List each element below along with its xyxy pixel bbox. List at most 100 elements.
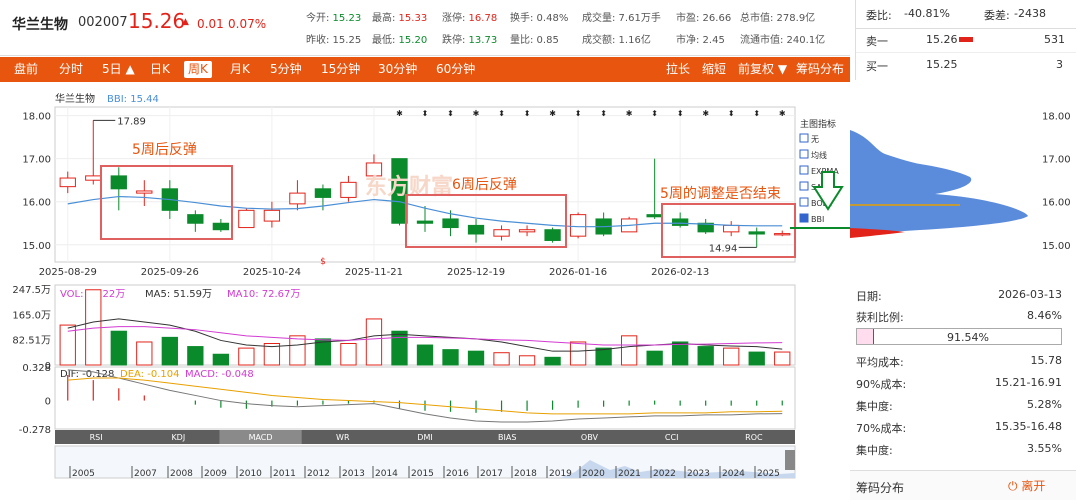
buy1-volume: 3 <box>1056 58 1063 71</box>
event-marker: ✱ <box>626 109 633 118</box>
event-marker: ⬍ <box>728 109 735 118</box>
quote-field-label: 市净: <box>676 35 700 46</box>
quote-field-value: 26.66 <box>699 13 732 24</box>
macd-y-tick: -0.278 <box>19 425 51 436</box>
indicator-tab[interactable]: MACD <box>249 433 273 442</box>
volume-bar <box>238 347 255 366</box>
indicator-tab[interactable]: RSI <box>90 433 103 442</box>
timeline-handle[interactable] <box>785 450 795 470</box>
timeline-year: 2017 <box>480 469 503 479</box>
tab-right-1[interactable]: 缩短 <box>698 61 730 78</box>
quote-field-label: 量比: <box>510 35 534 46</box>
x-tick-label: 2025-11-21 <box>345 267 403 278</box>
quote-field: 跌停: 13.73 <box>442 31 497 46</box>
annotation-text-3: 5周的调整是否结束 <box>660 186 781 202</box>
annotation-text-1: 5周后反弹 <box>132 142 197 158</box>
event-marker: ⬍ <box>524 109 531 118</box>
macd-y-tick: 0.328 <box>22 363 51 374</box>
tab-right-0[interactable]: 拉长 <box>662 61 694 78</box>
quote-field-value: 13.73 <box>465 35 498 46</box>
candle-body <box>85 175 102 181</box>
candle-body <box>672 218 689 226</box>
timeline-year: 2005 <box>72 469 95 479</box>
buy1-price: 15.25 <box>926 58 958 71</box>
tab-7[interactable]: 15分钟 <box>317 61 364 78</box>
indicator-checkbox[interactable] <box>799 197 809 207</box>
quote-field: 量比: 0.85 <box>510 31 559 46</box>
indicator-tab[interactable]: DMI <box>417 433 432 442</box>
indicator-tab[interactable]: ROC <box>745 433 763 442</box>
timeline-year: 2009 <box>204 469 227 479</box>
ma5-label: MA5: 51.59万 <box>145 289 212 300</box>
quote-field: 今开: 15.23 <box>306 9 361 24</box>
timeline-year: 2021 <box>618 469 641 479</box>
tab-3[interactable]: 日K <box>146 61 174 78</box>
indicator-checkbox[interactable] <box>799 149 809 159</box>
tab-9[interactable]: 60分钟 <box>432 61 479 78</box>
tab-2[interactable]: 5日 ▲ <box>98 61 139 78</box>
timeline-year: 2018 <box>514 469 537 479</box>
indicator-tab[interactable]: BIAS <box>498 433 516 442</box>
chip-profit-row: 获利比例: 8.46% <box>856 309 1062 325</box>
timeline-year: 2019 <box>549 469 572 479</box>
quote-field-value: 1.16亿 <box>615 35 651 46</box>
chip-profit-bar-fill <box>857 329 875 344</box>
indicator-tab[interactable]: CCI <box>665 433 679 442</box>
candle-body <box>416 220 434 224</box>
quote-field-value: 15.23 <box>329 13 362 24</box>
tab-0[interactable]: 盘前 <box>10 61 42 78</box>
candle-body <box>518 229 536 233</box>
event-dollar-icon: $ <box>320 257 326 267</box>
quote-field-value: 2.45 <box>699 35 725 46</box>
indicator-option[interactable]: 均线 <box>811 150 827 160</box>
exit-button[interactable]: ⏻ 离开 <box>1008 477 1045 494</box>
exit-label: 离开 <box>1021 479 1046 493</box>
indicator-tab[interactable]: OBV <box>581 433 599 442</box>
candle-body <box>187 214 204 224</box>
indicator-checkbox[interactable] <box>799 181 809 191</box>
chip-profit-label: 获利比例: <box>856 311 904 324</box>
tab-right-3[interactable]: 筹码分布 <box>792 61 848 78</box>
tab-5[interactable]: 月K <box>226 61 254 78</box>
chip-c70-label: 70%成本: <box>856 422 907 435</box>
volume-bar <box>161 336 178 366</box>
volume-bar <box>646 350 663 366</box>
chip-profit-bar: 91.54% <box>856 328 1062 345</box>
indicator-tab[interactable]: WR <box>336 433 350 442</box>
volume-bar <box>467 350 485 366</box>
y-tick-label: 18.00 <box>22 112 51 123</box>
indicator-checkbox[interactable] <box>799 133 809 143</box>
timeline-year: 2023 <box>687 469 710 479</box>
quote-field-label: 成交量: <box>582 13 616 24</box>
indicator-checkbox[interactable] <box>799 213 809 223</box>
tab-6[interactable]: 5分钟 <box>266 61 306 78</box>
indicator-option[interactable]: BBI <box>811 215 824 224</box>
chip-conc90-value: 5.28% <box>1027 398 1062 411</box>
tab-4[interactable]: 周K <box>184 61 212 78</box>
event-marker: ✱ <box>396 109 403 118</box>
volume-y-tick: 82.51万 <box>12 336 51 347</box>
timeline-year: 2013 <box>342 469 365 479</box>
tab-1[interactable]: 分时 <box>55 61 87 78</box>
tab-8[interactable]: 30分钟 <box>374 61 421 78</box>
event-marker: ⬍ <box>753 109 760 118</box>
quote-field-label: 成交额: <box>582 35 616 46</box>
indicator-option[interactable]: 无 <box>811 135 819 144</box>
period-tabs: 盘前 分时 5日 ▲ 日K 周K 月K 5分钟 15分钟 30分钟 60分钟 拉长 缩短 前复权 ▼ 筹码… <box>0 57 850 82</box>
quote-field-label: 最低: <box>372 35 396 46</box>
divider <box>856 28 1076 29</box>
volume-bar <box>569 341 587 366</box>
indicator-checkbox[interactable] <box>799 165 809 175</box>
kline-chart[interactable]: 18.00 17.00 16.00 15.00 2025-08-29 2025-09-26… <box>0 82 850 500</box>
quote-field-value: 15.20 <box>395 35 428 46</box>
indicator-tab[interactable]: KDJ <box>171 433 185 442</box>
tab-right-2[interactable]: 前复权 ▼ <box>734 61 791 78</box>
candle-body <box>238 209 255 229</box>
y-tick-label: 16.00 <box>22 198 51 209</box>
quote-field-value: 16.78 <box>465 13 498 24</box>
price-change-pct: 0.07% <box>228 17 267 31</box>
volume-bar <box>110 330 127 366</box>
wecha-label: 委差: <box>984 9 1010 22</box>
chip-date-row: 日期: 2026-03-13 <box>856 288 1062 304</box>
volume-bar <box>391 330 408 366</box>
